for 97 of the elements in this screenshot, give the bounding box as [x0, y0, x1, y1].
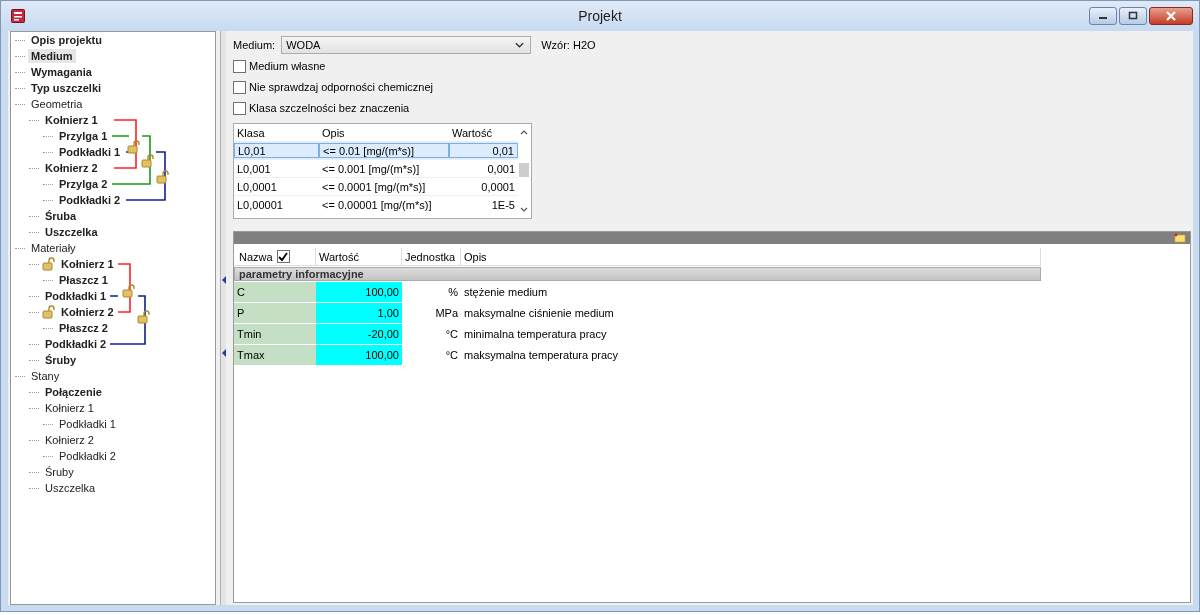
table-cell-text: <= 0.0001 [mg/(m*s)]	[321, 179, 427, 195]
table-cell-text: L0,001	[236, 161, 272, 177]
value-cell[interactable]: -20,00	[316, 324, 402, 344]
table-cell-text: °C	[444, 348, 459, 363]
tree-item[interactable]: Medium	[28, 49, 76, 63]
tree-item[interactable]: Połączenie	[42, 385, 105, 399]
tree-item[interactable]: Typ uszczelki	[28, 81, 105, 95]
table-cell-text: MPa	[434, 306, 459, 321]
table-cell-text: 1E-5	[490, 197, 516, 213]
table-cell-text: <= 0.001 [mg/(m*s)]	[321, 161, 421, 177]
tree-item[interactable]: Płaszcz 1	[56, 273, 111, 287]
table-row[interactable]: L0,01 <= 0.01 [mg/(m*s)] 0,01	[234, 141, 518, 159]
checkbox[interactable]	[233, 59, 246, 73]
table-cell-text: 0,001	[486, 161, 516, 177]
padlock-icon	[137, 310, 150, 324]
close-icon	[1165, 11, 1177, 21]
checkbox-label: Medium własne	[249, 60, 326, 72]
checkbox[interactable]	[233, 80, 246, 94]
value-cell[interactable]: 100,00	[316, 345, 402, 365]
tree-item[interactable]: Kołnierz 2	[42, 433, 97, 447]
table-cell-text: L0,0001	[236, 179, 278, 195]
table-cell-text: 0,0001	[480, 179, 516, 195]
table-row[interactable]: L0,001 <= 0.001 [mg/(m*s)] 0,001	[234, 159, 518, 177]
minimize-button[interactable]	[1089, 7, 1117, 25]
tree-item[interactable]: Śruby	[42, 353, 80, 367]
checkbox-label: Nie sprawdzaj odporności chemicznej	[249, 81, 434, 93]
tree-item[interactable]: Podkładki 2	[42, 337, 110, 351]
table-cell: C	[234, 282, 316, 302]
tree-item[interactable]: Opis projektu	[28, 33, 105, 47]
tree-item[interactable]: Podkładki 2	[56, 193, 124, 207]
group-header[interactable]: parametry informacyjne	[234, 267, 1041, 281]
window-title: Projekt	[578, 8, 622, 24]
tree-item[interactable]: Kołnierz 2	[58, 305, 117, 319]
tree-item[interactable]: Podkładki 2	[56, 449, 119, 463]
column-header[interactable]: Opis	[461, 248, 1041, 265]
table-cell: <= 0.01 [mg/(m*s)]	[319, 143, 449, 158]
scroll-down-icon[interactable]	[520, 207, 528, 212]
column-header[interactable]: Klasa	[234, 124, 319, 141]
app-icon	[11, 9, 25, 23]
table-cell: L0,01	[234, 143, 319, 158]
close-button[interactable]	[1149, 7, 1193, 25]
tree-item[interactable]: Podkładki 1	[42, 289, 110, 303]
checkbox[interactable]	[276, 250, 290, 263]
table-cell: Tmax	[234, 345, 316, 365]
column-header[interactable]: Wartość	[316, 248, 402, 265]
tree-item[interactable]: Uszczelka	[42, 225, 101, 239]
table-cell-text: °C	[444, 327, 459, 342]
medium-label: Medium:	[233, 39, 276, 51]
table-cell-text: stężenie medium	[463, 285, 549, 300]
tree-item[interactable]: Kołnierz 1	[42, 401, 97, 415]
tree-item[interactable]: Śruba	[42, 209, 80, 223]
tree-item[interactable]: Przylga 2	[56, 177, 111, 191]
chevron-down-icon	[515, 42, 525, 48]
tree-item[interactable]: Kołnierz 2	[42, 161, 101, 175]
folder-icon[interactable]	[1174, 233, 1186, 243]
table-row[interactable]: L0,0001 <= 0.0001 [mg/(m*s)] 0,0001	[234, 177, 518, 195]
table-cell-text: <= 0.00001 [mg/(m*s)]	[321, 197, 433, 213]
tree-item[interactable]: Kołnierz 1	[42, 113, 101, 127]
tree-item[interactable]: Materiały	[28, 241, 79, 255]
value-cell[interactable]: 1,00	[316, 303, 402, 323]
tree-item[interactable]: Śruby	[42, 465, 77, 479]
checkbox[interactable]	[233, 101, 246, 115]
tree-item[interactable]: Przylga 1	[56, 129, 111, 143]
table-cell-text: maksymalne ciśnienie medium	[463, 306, 615, 321]
column-header[interactable]: Nazwa	[234, 248, 316, 265]
table-cell-text: minimalna temperatura pracy	[463, 327, 608, 342]
formula-text: Wzór: H2O	[541, 39, 596, 51]
table-row[interactable]: L0,00001 <= 0.00001 [mg/(m*s)] 1E-5	[234, 195, 518, 213]
tree-item[interactable]: Uszczelka	[42, 481, 99, 495]
tree-item[interactable]: Płaszcz 2	[56, 321, 111, 335]
table-cell-text: maksymalna temperatura pracy	[463, 348, 620, 363]
padlock-icon	[141, 154, 154, 168]
table-cell-text: L0,00001	[236, 197, 284, 213]
scroll-up-icon[interactable]	[520, 130, 528, 135]
table-cell: P	[234, 303, 316, 323]
table-cell-text: %	[447, 285, 459, 300]
value-cell[interactable]: 100,00	[316, 282, 402, 302]
padlock-icon	[156, 170, 169, 184]
tree-item[interactable]: Podkładki 1	[56, 417, 119, 431]
maximize-icon	[1127, 11, 1139, 21]
padlock-icon	[127, 140, 140, 154]
scrollbar-thumb[interactable]	[519, 163, 529, 177]
tree-item[interactable]: Stany	[28, 369, 63, 383]
checkbox-label: Klasa szczelności bez znaczenia	[249, 102, 410, 114]
table-cell: Tmin	[234, 324, 316, 344]
tree-item[interactable]: Kołnierz 1	[58, 257, 117, 271]
column-header[interactable]: Wartość	[449, 124, 518, 141]
tree-item[interactable]: Wymagania	[28, 65, 95, 79]
table-cell: 0,01	[449, 143, 518, 158]
tree-item[interactable]: Podkładki 1	[56, 145, 124, 159]
tree-item[interactable]: Geometria	[28, 97, 86, 111]
medium-dropdown[interactable]: WODA	[281, 36, 532, 54]
column-header[interactable]: Jednostka	[402, 248, 461, 265]
padlock-icon	[122, 284, 135, 298]
column-header[interactable]: Opis	[319, 124, 449, 141]
maximize-button[interactable]	[1119, 7, 1147, 25]
splitter-handle[interactable]	[220, 31, 226, 605]
